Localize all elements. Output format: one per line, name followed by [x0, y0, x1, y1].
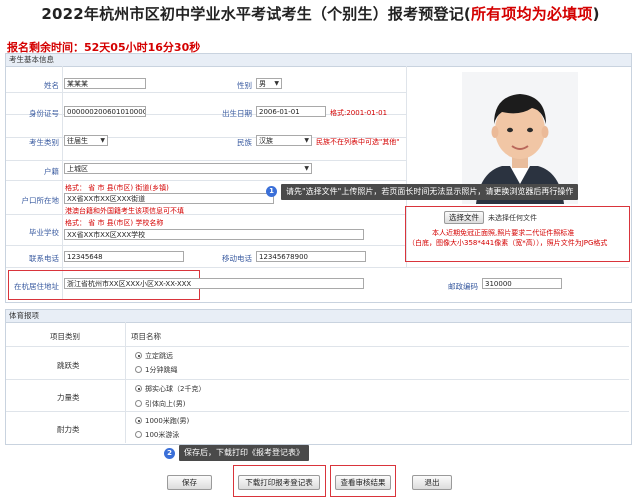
radio-1000m-run[interactable] [135, 417, 142, 424]
row-divider [6, 180, 406, 181]
row-divider [6, 160, 406, 161]
radio-standing-jump[interactable] [135, 352, 142, 359]
row-divider [6, 92, 406, 93]
gender-label: 性别 [237, 81, 252, 90]
sports-col-name: 项目名称 [131, 332, 161, 341]
sports-category-strength: 力量类 [57, 393, 80, 402]
sports-category-endurance: 耐力类 [57, 425, 80, 434]
column-divider [62, 66, 63, 300]
student-type-select-value: 往届生 [67, 137, 88, 145]
option-medicine-ball: 掷实心球（2千克） [145, 385, 206, 393]
row-divider [6, 346, 629, 347]
radio-100m-swim[interactable] [135, 431, 142, 438]
option-100m-swim: 100米游泳 [145, 431, 180, 439]
chevron-down-icon: ▼ [100, 137, 105, 144]
gender-select[interactable]: 男 ▼ [256, 78, 282, 89]
sports-category-jump: 跳跃类 [57, 361, 80, 370]
tip1-badge: 1 [266, 186, 277, 197]
row-divider [6, 379, 629, 380]
option-1000m-run: 1000米跑(男) [145, 417, 190, 425]
option-pull-up: 引体向上(男) [145, 400, 186, 408]
tip2-tooltip: 保存后，下载打印《报考登记表》 [179, 445, 309, 461]
save-button[interactable]: 保存 [167, 475, 212, 490]
choose-file-button[interactable]: 选择文件 [444, 211, 484, 224]
student-type-label: 考生类别 [29, 138, 59, 147]
address-input[interactable]: 浙江省杭州市XX区XXX小区XX-XX-XXX [64, 278, 364, 289]
basic-info-section-title: 考生基本信息 [6, 54, 631, 67]
radio-medicine-ball[interactable] [135, 385, 142, 392]
mobile-input[interactable]: 12345678900 [256, 251, 366, 262]
sports-panel: 体育报项 [5, 309, 632, 445]
row-divider [6, 245, 406, 246]
mobile-label: 移动电话 [222, 254, 252, 263]
ethnic-label: 民族 [237, 138, 252, 147]
sports-section-title: 体育报项 [6, 310, 631, 323]
school-input[interactable]: XX省XX市XX区XXX学校 [64, 229, 364, 240]
sports-col-category: 项目类别 [50, 332, 80, 341]
birth-date-label: 出生日期 [222, 109, 252, 118]
huji-select-value: 上城区 [67, 165, 88, 173]
page-title: 2022年杭州市区初中学业水平考试考生（个别生）报考预登记(所有项均为必填项) [0, 3, 641, 24]
upload-status: 未选择任何文件 [488, 214, 537, 222]
hukou-format-hint: 格式： 省 市 县(市区) 街道(乡镇) [65, 184, 169, 192]
tip1-tooltip: 请先"选择文件"上传照片，若页面长时间无法显示照片，请更换浏览器后再行操作 [281, 184, 579, 200]
id-number-input[interactable]: 000000200601010000 [64, 106, 146, 117]
ethnic-select[interactable]: 汉族 ▼ [256, 135, 312, 146]
id-label: 身份证号 [29, 109, 59, 118]
page-title-main: 2022年杭州市区初中学业水平考试考生（个别生）报考预登记( [41, 5, 471, 23]
huji-label: 户籍 [44, 167, 59, 176]
upload-note-line1: 本人近期免冠正面照,照片要求二代证件照标准 [432, 229, 575, 237]
school-format-hint: 格式： 省 市 县(市区) 学校名称 [65, 219, 164, 227]
option-rope-skipping: 1分钟跳绳 [145, 366, 178, 374]
chevron-down-icon: ▼ [274, 80, 279, 87]
exit-button[interactable]: 退出 [412, 475, 452, 490]
birth-date-input[interactable]: 2006-01-01 [256, 106, 326, 117]
huji-select[interactable]: 上城区 ▼ [64, 163, 312, 174]
phone-input[interactable]: 12345648 [64, 251, 184, 262]
option-standing-jump: 立定跳远 [145, 352, 173, 360]
name-label: 姓名 [44, 81, 59, 90]
row-divider [6, 411, 629, 412]
page-title-close: ) [592, 5, 600, 23]
school-label: 毕业学校 [29, 228, 59, 237]
postcode-input[interactable]: 310000 [482, 278, 562, 289]
upload-note-line2: （白底，图像大小358*441像素（宽*高）），照片文件为JPG格式 [408, 239, 608, 247]
postcode-label: 邮政编码 [448, 282, 478, 291]
gender-select-value: 男 [259, 80, 266, 88]
hukou-label: 户口所在地 [21, 196, 60, 205]
address-label: 在杭居住地址 [14, 282, 59, 291]
radio-rope-skipping[interactable] [135, 366, 142, 373]
download-print-button[interactable]: 下载打印报考登记表 [238, 475, 320, 490]
radio-pull-up[interactable] [135, 400, 142, 407]
chevron-down-icon: ▼ [304, 137, 309, 144]
ethnic-select-value: 汉族 [259, 137, 273, 145]
student-type-select[interactable]: 往届生 ▼ [64, 135, 108, 146]
column-divider [125, 322, 126, 443]
hukou-input[interactable]: XX省XX市XX区XXX街道 [64, 193, 274, 204]
chevron-down-icon: ▼ [304, 165, 309, 172]
phone-label: 联系电话 [29, 254, 59, 263]
ethnic-note: 民族不在列表中可选"其他" [316, 138, 400, 146]
row-divider [6, 267, 629, 268]
check-result-button[interactable]: 查看审核结果 [335, 475, 391, 490]
name-input[interactable]: 某某某 [64, 78, 146, 89]
page-title-emphasis: 所有项均为必填项 [470, 5, 593, 23]
tip2-badge: 2 [164, 448, 175, 459]
hukou-note: 港澳台籍和外国籍考生该项信息可不填 [65, 207, 184, 215]
birth-date-format-hint: 格式:2001-01-01 [330, 109, 388, 117]
